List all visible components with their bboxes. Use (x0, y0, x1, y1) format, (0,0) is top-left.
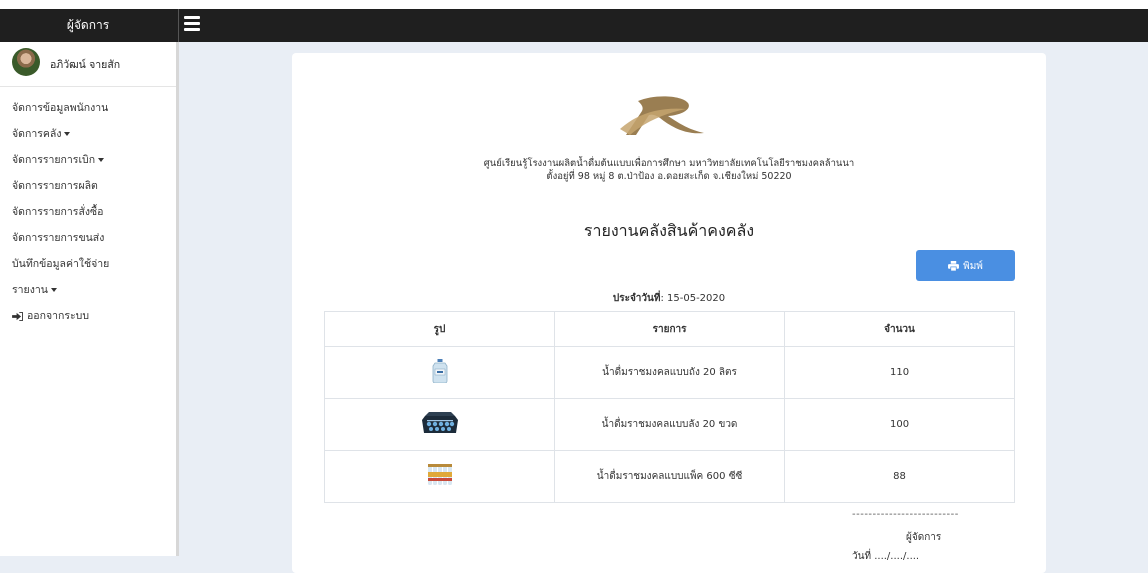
sign-out-icon (12, 311, 23, 321)
sidebar-item-label: จัดการรายการเบิก (12, 154, 96, 166)
top-navbar: ผู้จัดการ (0, 0, 1148, 42)
report-card: ศูนย์เรียนรู้โรงงานผลิตน้ำดื่มต้นแบบเพื่… (292, 53, 1046, 573)
table-cell-item: น้ำดื่มราชมงคลแบบถัง 20 ลิตร (554, 346, 786, 399)
sidebar-item-orders[interactable]: จัดการรายการสั่งซื้อ (0, 199, 176, 225)
caret-down-icon (50, 288, 57, 292)
report-date-label: ประจำวันที่ (612, 293, 661, 304)
sidebar-item-expenses[interactable]: บันทึกข้อมูลค่าใช้จ่าย (0, 251, 176, 277)
sidebar-item-label: รายงาน (12, 284, 48, 296)
sidebar-nav: จัดการข้อมูลพนักงาน จัดการคลัง จัดการราย… (0, 95, 176, 329)
water-pack-image (427, 464, 452, 485)
column-header-item: รายการ (554, 311, 786, 347)
table-cell-item: น้ำดื่มราชมงคลแบบแพ็ค 600 ซีซี (554, 450, 786, 503)
sidebar-item-label: บันทึกข้อมูลค่าใช้จ่าย (12, 258, 110, 270)
hamburger-menu-icon[interactable] (184, 16, 200, 32)
avatar (12, 48, 40, 76)
report-title: รายงานคลังสินค้าคงคลัง (583, 221, 755, 240)
organization-address: ตั้งอยู่ที่ 98 หมู่ 8 ต.ป่าป้อง อ.ดอยสะเ… (546, 171, 792, 182)
sidebar-item-label: จัดการรายการขนส่ง (12, 232, 105, 244)
printer-icon (948, 261, 960, 272)
table-cell-image (323, 346, 556, 399)
signature-role: ผู้จัดการ (906, 532, 942, 543)
print-button[interactable]: พิมพ์ (916, 250, 1015, 281)
signature-date: วันที่ ..../..../.... (852, 551, 920, 562)
organization-header: ศูนย์เรียนรู้โรงงานผลิตน้ำดื่มต้นแบบเพื่… (292, 157, 1046, 183)
sidebar-item-employees[interactable]: จัดการข้อมูลพนักงาน (0, 95, 176, 121)
sidebar-item-label: จัดการรายการผลิต (12, 180, 98, 192)
table-header-row: รูป รายการ จำนวน (323, 311, 1015, 347)
table-row: น้ำดื่มราชมงคลแบบแพ็ค 600 ซีซี 88 (323, 450, 1015, 503)
sidebar-brand-title: ผู้จัดการ (0, 9, 176, 42)
sidebar-item-withdrawals[interactable]: จัดการรายการเบิก (0, 147, 176, 173)
sidebar-item-shipping[interactable]: จัดการรายการขนส่ง (0, 225, 176, 251)
caret-down-icon (64, 132, 71, 136)
table-cell-item: น้ำดื่มราชมงคลแบบลัง 20 ขวด (554, 398, 786, 451)
table-row: น้ำดื่มราชมงคลแบบลัง 20 ขวด 100 (323, 398, 1015, 451)
user-name: อภิวัฒน์ จายสัก (50, 59, 121, 71)
column-header-quantity: จำนวน (784, 311, 1015, 347)
sidebar-item-label: ออกจากระบบ (27, 310, 89, 322)
sidebar: อภิวัฒน์ จายสัก จัดการข้อมูลพนักงาน จัดก… (0, 42, 179, 556)
caret-down-icon (98, 158, 105, 162)
print-button-label: พิมพ์ (963, 261, 983, 272)
column-header-image: รูป (323, 311, 556, 347)
sidebar-item-label: จัดการรายการสั่งซื้อ (12, 206, 104, 218)
sidebar-item-warehouse[interactable]: จัดการคลัง (0, 121, 176, 147)
signature-line: -------------------------- (852, 509, 959, 520)
table-cell-image (323, 450, 556, 503)
sidebar-item-label: จัดการข้อมูลพนักงาน (12, 102, 109, 114)
water-tank-image (432, 359, 447, 384)
navbar-divider (178, 9, 179, 42)
report-date: ประจำวันที่: 15-05-2020 (292, 291, 1046, 306)
table-cell-quantity: 100 (784, 398, 1015, 451)
sidebar-item-production[interactable]: จัดการรายการผลิต (0, 173, 176, 199)
sidebar-item-label: จัดการคลัง (12, 128, 62, 140)
table-cell-image (323, 398, 556, 451)
table-cell-quantity: 110 (784, 346, 1015, 399)
university-logo (620, 96, 704, 135)
organization-name: ศูนย์เรียนรู้โรงงานผลิตน้ำดื่มต้นแบบเพื่… (483, 158, 855, 169)
table-cell-quantity: 88 (784, 450, 1015, 503)
report-date-value: : 15-05-2020 (660, 293, 726, 304)
water-crate-image (421, 412, 458, 433)
top-gap (0, 0, 1148, 9)
inventory-table: รูป รายการ จำนวน น้ำดื่มราชมงคลแบบถัง 20… (323, 311, 1015, 503)
sidebar-item-logout[interactable]: ออกจากระบบ (0, 303, 176, 329)
sidebar-item-reports[interactable]: รายงาน (0, 277, 176, 303)
user-panel: อภิวัฒน์ จายสัก (0, 42, 176, 87)
table-row: น้ำดื่มราชมงคลแบบถัง 20 ลิตร 110 (323, 346, 1015, 399)
